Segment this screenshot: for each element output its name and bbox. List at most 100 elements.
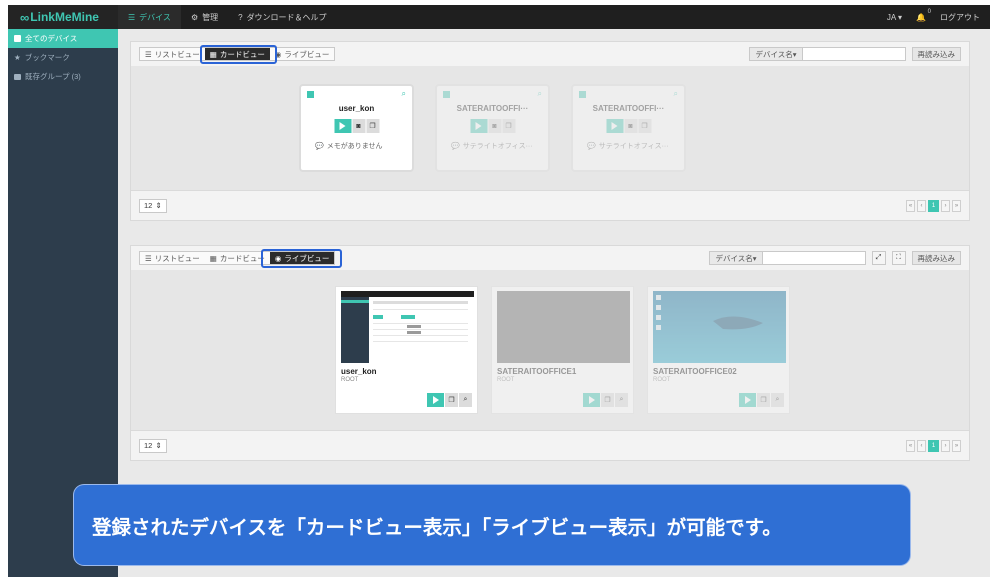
list-icon: ☰: [145, 49, 152, 59]
device-name-select[interactable]: デバイス名 ▾: [749, 47, 803, 61]
current-page[interactable]: 1: [928, 199, 939, 212]
bell-icon: 🔔: [916, 12, 926, 22]
live-view-panel: ☰ リストビュー ▦ カードビュー ◉ ライブビュー デバイス名 ▾ ⤢ ⛶ 再読み込み: [130, 245, 970, 461]
device-name: user_kon: [341, 367, 377, 376]
live-tile[interactable]: SATERAITOOFFICE02 ROOT ❐ ⌕: [647, 286, 790, 414]
last-page-button[interactable]: »: [952, 199, 961, 212]
device-card[interactable]: ⌕ user_kon ◙ ❐ 💬 メモがありません: [299, 84, 414, 172]
sidebar-item-label: 既存グループ (3): [25, 72, 81, 81]
copy-button[interactable]: ❐: [638, 119, 651, 133]
search-icon[interactable]: ⌕: [459, 393, 472, 407]
search-icon[interactable]: ⌕: [538, 89, 542, 99]
tab-live-view[interactable]: ◉ ライブビュー: [269, 48, 335, 60]
last-page-button[interactable]: »: [952, 439, 961, 452]
play-button[interactable]: [583, 393, 600, 407]
nav-devices[interactable]: ☰ デバイス: [118, 5, 181, 29]
first-page-button[interactable]: «: [906, 439, 915, 452]
panel-footer: 12 ⇕ « ‹ 1 › »: [131, 430, 969, 460]
search-icon[interactable]: ⌕: [771, 393, 784, 407]
sort-icon: ⇕: [155, 441, 162, 450]
nav-download-help[interactable]: ? ダウンロード＆ヘルプ: [228, 5, 336, 29]
device-name-select[interactable]: デバイス名 ▾: [709, 251, 763, 265]
nav-download-label: ダウンロード＆ヘルプ: [246, 12, 327, 22]
play-button[interactable]: [739, 393, 756, 407]
copy-button[interactable]: ❐: [445, 393, 458, 407]
sidebar-item-all-devices[interactable]: 全てのデバイス: [8, 29, 118, 48]
windows-icon: [579, 91, 586, 98]
search-icon[interactable]: ⌕: [674, 89, 678, 99]
nav-admin[interactable]: ⚙ 管理: [181, 5, 228, 29]
fullscreen-icon[interactable]: ⛶: [891, 251, 906, 265]
device-card[interactable]: ⌕ SATERAITOOFFI··· ◙ ❐ 💬 サテライトオフィス···: [571, 84, 686, 172]
brand-name: LinkMeMine: [30, 10, 99, 24]
windows-icon: [307, 91, 314, 98]
screen-thumbnail: [341, 291, 474, 363]
copy-button[interactable]: ❐: [502, 119, 515, 133]
sidebar-item-label: ブックマーク: [24, 53, 70, 62]
play-button[interactable]: [606, 119, 623, 133]
panel-footer: 12 ⇕ « ‹ 1 › »: [131, 190, 969, 220]
select-label: デバイス名: [755, 49, 793, 59]
highlight-box: [200, 45, 277, 64]
logout-link[interactable]: ログアウト: [940, 12, 980, 23]
copy-button[interactable]: ❐: [601, 393, 614, 407]
prev-page-button[interactable]: ‹: [917, 199, 926, 212]
prev-page-button[interactable]: ‹: [917, 439, 926, 452]
language-label: JA: [886, 12, 896, 22]
play-button[interactable]: [334, 119, 351, 133]
copy-button[interactable]: ❐: [757, 393, 770, 407]
device-status: サテライトオフィス···: [462, 143, 533, 150]
page-size-select[interactable]: 12 ⇕: [139, 198, 167, 213]
next-page-button[interactable]: ›: [941, 439, 950, 452]
tab-list-view[interactable]: ☰ リストビュー: [140, 252, 205, 264]
caption-banner: 登録されたデバイスを「カードビュー表示」「ライブビュー表示」が可能です。: [74, 485, 910, 565]
list-icon: ☰: [128, 12, 136, 22]
grid-icon: ▦: [209, 253, 217, 263]
device-name: SATERAITOOFFICE02: [653, 367, 737, 376]
device-card[interactable]: ⌕ SATERAITOOFFI··· ◙ ❐ 💬 サテライトオフィス···: [435, 84, 550, 172]
notification-button[interactable]: 🔔 0: [916, 9, 931, 22]
page-size-select[interactable]: 12 ⇕: [139, 438, 167, 453]
expand-icon[interactable]: ⤢: [871, 251, 886, 265]
sidebar-item-label: 全てのデバイス: [25, 34, 78, 43]
comment-icon: 💬: [315, 143, 324, 150]
search-icon[interactable]: ⌕: [615, 393, 628, 407]
device-status: メモがありません: [326, 143, 383, 150]
select-label: デバイス名: [715, 253, 753, 263]
notification-count: 0: [927, 8, 931, 15]
tab-list-view[interactable]: ☰ リストビュー: [140, 48, 205, 60]
reload-button[interactable]: 再読み込み: [911, 47, 961, 61]
device-name: SATERAITOOFFICE1: [497, 367, 577, 376]
camera-button[interactable]: ◙: [488, 119, 501, 133]
pagination: « ‹ 1 › »: [906, 199, 961, 212]
top-nav: ∞ LinkMeMine ☰ デバイス ⚙ 管理 ? ダウンロード＆ヘルプ JA ▾ 🔔…: [8, 5, 990, 29]
camera-button[interactable]: ◙: [352, 119, 365, 133]
device-name: SATERAITOOFFI···: [592, 104, 665, 113]
current-page[interactable]: 1: [928, 439, 939, 452]
nav-admin-label: 管理: [202, 12, 219, 22]
search-icon[interactable]: ⌕: [402, 89, 406, 99]
language-menu[interactable]: JA ▾: [887, 13, 902, 22]
tab-label: リストビュー: [154, 49, 200, 59]
sidebar-item-bookmarks[interactable]: ★ ブックマーク: [8, 48, 118, 67]
tab-label: カードビュー: [219, 253, 265, 263]
search-input[interactable]: [801, 47, 906, 61]
device-group: ROOT: [341, 377, 359, 383]
folder-icon: [14, 73, 21, 80]
windows-icon: [443, 91, 450, 98]
brand-logo[interactable]: ∞ LinkMeMine: [8, 5, 118, 29]
search-input[interactable]: [761, 251, 866, 265]
device-status: サテライトオフィス···: [598, 143, 669, 150]
live-tile[interactable]: SATERAITOOFFICE1 ROOT ❐ ⌕: [491, 286, 634, 414]
copy-button[interactable]: ❐: [366, 119, 379, 133]
device-name: user_kon: [338, 104, 375, 113]
play-button[interactable]: [470, 119, 487, 133]
live-tile[interactable]: user_kon ROOT ❐ ⌕: [335, 286, 478, 414]
first-page-button[interactable]: «: [906, 199, 915, 212]
reload-button[interactable]: 再読み込み: [911, 251, 961, 265]
sidebar-item-groups[interactable]: 既存グループ (3): [8, 67, 118, 86]
next-page-button[interactable]: ›: [941, 199, 950, 212]
play-button[interactable]: [427, 393, 444, 407]
device-group: ROOT: [653, 377, 671, 383]
camera-button[interactable]: ◙: [624, 119, 637, 133]
